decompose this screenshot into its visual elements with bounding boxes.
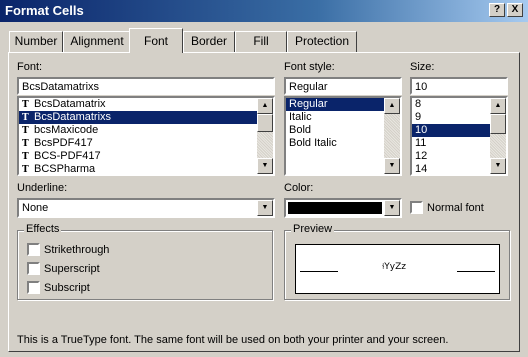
- size-input[interactable]: 10: [410, 77, 508, 95]
- scroll-down-icon[interactable]: ▼: [384, 158, 400, 174]
- chevron-down-icon[interactable]: ▼: [257, 200, 273, 216]
- font-list-item[interactable]: T BCS-PDF417: [19, 150, 273, 163]
- subscript-label[interactable]: Subscript: [44, 282, 90, 294]
- superscript-label[interactable]: Superscript: [44, 263, 100, 275]
- underline-label: Underline:: [17, 182, 68, 194]
- window-title: Format Cells: [5, 3, 84, 18]
- font-list-item[interactable]: T BcsDatamatrix: [19, 98, 273, 111]
- font-list-item[interactable]: T BcsPDF417: [19, 137, 273, 150]
- underline-value: None: [22, 202, 49, 214]
- color-swatch: [288, 202, 382, 214]
- font-list-scrollbar[interactable]: ▲ ▼: [257, 98, 273, 174]
- normal-font-label[interactable]: Normal font: [427, 202, 484, 214]
- font-style-item-selected[interactable]: Regular: [286, 98, 400, 111]
- preview-sample: ⫮YyZz: [382, 262, 407, 272]
- size-list[interactable]: 8 9 10 11 12 14 ▲ ▼: [410, 96, 508, 176]
- scroll-thumb[interactable]: [490, 114, 506, 134]
- font-input[interactable]: BcsDatamatrixs: [17, 77, 275, 95]
- font-label: Font:: [17, 61, 43, 73]
- close-button[interactable]: X: [507, 3, 523, 17]
- footer-text: This is a TrueType font. The same font w…: [17, 334, 449, 346]
- baseline-left: [300, 271, 338, 272]
- size-label: Size:: [410, 61, 435, 73]
- truetype-icon: T: [22, 165, 29, 175]
- chevron-down-icon[interactable]: ▼: [384, 200, 400, 216]
- baseline-right: [457, 271, 495, 272]
- font-style-label: Font style:: [284, 61, 335, 73]
- tab-border[interactable]: Border: [183, 31, 235, 52]
- help-button[interactable]: ?: [489, 3, 505, 17]
- tab-alignment[interactable]: Alignment: [63, 31, 131, 52]
- scroll-down-icon[interactable]: ▼: [490, 158, 506, 174]
- font-style-input-value: Regular: [289, 81, 328, 93]
- title-bar: Format Cells ? X: [0, 0, 528, 22]
- tab-fill[interactable]: Fill: [235, 31, 287, 52]
- tab-number[interactable]: Number: [9, 31, 63, 52]
- color-select[interactable]: ▼: [284, 198, 402, 218]
- scroll-down-icon[interactable]: ▼: [257, 158, 273, 174]
- font-style-item[interactable]: Italic: [286, 111, 400, 124]
- scroll-up-icon[interactable]: ▲: [490, 98, 506, 114]
- font-list[interactable]: T BcsDatamatrix T BcsDatamatrixs TbcsMaxic…: [17, 96, 275, 176]
- font-list-item-selected[interactable]: T BcsDatamatrixs: [19, 111, 273, 124]
- font-input-value: BcsDatamatrixs: [22, 81, 100, 93]
- scroll-up-icon[interactable]: ▲: [257, 98, 273, 114]
- scroll-thumb[interactable]: [257, 114, 273, 132]
- strikethrough-checkbox[interactable]: [27, 243, 40, 256]
- tab-protection[interactable]: Protection: [287, 31, 357, 52]
- font-style-list[interactable]: Regular Italic Bold Bold Italic ▲ ▼: [284, 96, 402, 176]
- size-input-value: 10: [415, 81, 428, 93]
- font-list-item[interactable]: TbcsMaxicode: [19, 124, 273, 137]
- font-style-item[interactable]: Bold: [286, 124, 400, 137]
- effects-title: Effects: [24, 223, 62, 235]
- font-style-scrollbar[interactable]: ▲ ▼: [384, 98, 400, 174]
- preview-title: Preview: [291, 223, 335, 235]
- font-style-input[interactable]: Regular: [284, 77, 402, 95]
- size-scrollbar[interactable]: ▲ ▼: [490, 98, 506, 174]
- underline-select[interactable]: None ▼: [17, 198, 275, 218]
- superscript-checkbox[interactable]: [27, 262, 40, 275]
- normal-font-checkbox[interactable]: [410, 201, 423, 214]
- strikethrough-label[interactable]: Strikethrough: [44, 244, 109, 256]
- color-label: Color:: [284, 182, 314, 194]
- tab-font[interactable]: Font: [129, 28, 183, 53]
- font-style-item[interactable]: Bold Italic: [286, 137, 400, 150]
- preview-box: ⫮YyZz: [295, 244, 500, 294]
- scroll-up-icon[interactable]: ▲: [384, 98, 400, 114]
- subscript-checkbox[interactable]: [27, 281, 40, 294]
- font-list-item[interactable]: T BCSPharma: [19, 163, 273, 175]
